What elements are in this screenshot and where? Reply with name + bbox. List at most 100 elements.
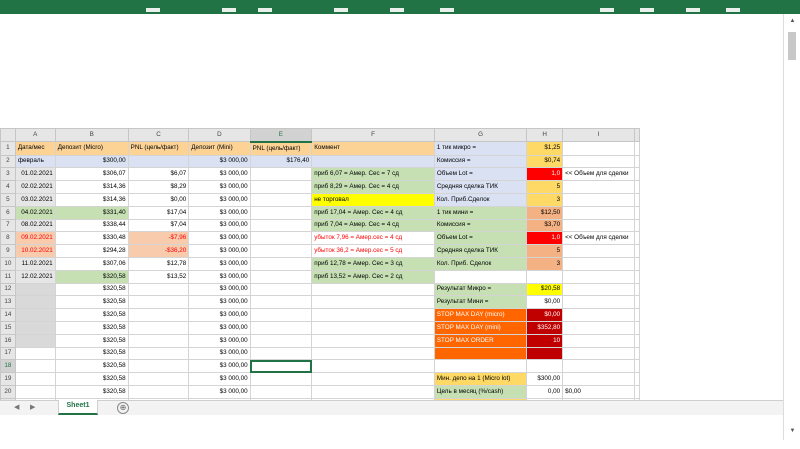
cell-b4[interactable]: $314,36	[54, 180, 129, 194]
cell-i2[interactable]	[562, 154, 635, 169]
cell-g7[interactable]: Комиссия =	[433, 218, 528, 233]
cell-b15[interactable]: $320,58	[54, 320, 129, 335]
cell-d11[interactable]: $3 000,00	[188, 269, 251, 284]
cell-a4[interactable]: 02.02.2021	[14, 180, 56, 194]
cell-c12[interactable]	[127, 282, 190, 297]
cell-c17[interactable]	[127, 346, 190, 361]
ribbon-tab-stub[interactable]	[146, 8, 160, 12]
cell-a5[interactable]: 03.02.2021	[14, 192, 56, 207]
cell-g10[interactable]: Кол. Приб. Сделок	[433, 256, 528, 271]
cell-e1[interactable]: PNL (цель/факт)	[249, 141, 313, 156]
cell-b17[interactable]: $320,58	[54, 346, 129, 361]
cell-b3[interactable]: $306,07	[54, 167, 129, 182]
cell-a1[interactable]: Дата/мес	[14, 141, 56, 156]
cell-i6[interactable]	[562, 205, 635, 220]
cell-c4[interactable]: $8,29	[127, 180, 190, 194]
cell-b6[interactable]: $331,40	[54, 205, 129, 220]
cell-blank[interactable]	[634, 256, 640, 271]
cell-i7[interactable]	[562, 218, 635, 233]
cell-d19[interactable]: $3 000,00	[188, 372, 251, 386]
row-header-3[interactable]: 3	[0, 167, 16, 182]
cell-b13[interactable]: $320,58	[54, 295, 129, 310]
cell-i8[interactable]: << Объем для сделки	[562, 231, 635, 246]
cell-h17[interactable]	[526, 346, 564, 361]
cell-f1[interactable]: Коммент	[311, 141, 435, 156]
cell-b20[interactable]: $320,58	[54, 384, 129, 399]
cell-f5[interactable]: не торговал	[311, 192, 435, 207]
cell-g18[interactable]	[433, 359, 528, 374]
cell-h13[interactable]: $0,00	[526, 295, 564, 310]
cell-i14[interactable]	[562, 308, 635, 322]
cell-c20[interactable]	[127, 384, 190, 399]
cell-c11[interactable]: $13,52	[127, 269, 190, 284]
cell-e11[interactable]	[249, 269, 313, 284]
sheet-tab-sheet1[interactable]: Sheet1	[58, 400, 98, 415]
cell-h10[interactable]: 3	[526, 256, 564, 271]
cell-i17[interactable]	[562, 346, 635, 361]
cell-h11[interactable]	[526, 269, 564, 284]
cell-e13[interactable]	[249, 295, 313, 310]
cell-f8[interactable]: убыток 7,96 = Амер.сес = 4 сд	[311, 231, 435, 246]
cell-d20[interactable]: $3 000,00	[188, 384, 251, 399]
cell-b5[interactable]: $314,36	[54, 192, 129, 207]
cell-d2[interactable]: $3 000,00	[188, 154, 251, 169]
cell-g8[interactable]: Объем Lot =	[433, 231, 528, 246]
row-header-10[interactable]: 10	[0, 256, 16, 271]
cell-g16[interactable]: STOP MAX ORDER	[433, 333, 528, 348]
cell-f15[interactable]	[311, 320, 435, 335]
ribbon-tab-stub[interactable]	[258, 8, 272, 12]
cell-blank[interactable]	[634, 180, 640, 194]
cell-i3[interactable]: << Объем для сделки	[562, 167, 635, 182]
cell-i12[interactable]	[562, 282, 635, 297]
cell-b19[interactable]: $320,58	[54, 372, 129, 386]
cell-blank[interactable]	[634, 205, 640, 220]
cell-e8[interactable]	[249, 231, 313, 246]
cell-h5[interactable]: 3	[526, 192, 564, 207]
cell-blank[interactable]	[634, 192, 640, 207]
cell-c10[interactable]: $12,78	[127, 256, 190, 271]
cell-f10[interactable]: приб 12,78 = Амер. Сес = 3 сд	[311, 256, 435, 271]
cell-blank[interactable]	[634, 282, 640, 297]
cell-c7[interactable]: $7,04	[127, 218, 190, 233]
column-header-e[interactable]: E	[249, 128, 313, 143]
cell-f3[interactable]: приб 6,07 = Амер. Сес = 7 сд	[311, 167, 435, 182]
row-header-8[interactable]: 8	[0, 231, 16, 246]
cell-e19[interactable]	[249, 372, 313, 386]
cell-blank[interactable]	[634, 269, 640, 284]
cell-b14[interactable]: $320,58	[54, 308, 129, 322]
cell-h7[interactable]: $3,70	[526, 218, 564, 233]
cell-d15[interactable]: $3 000,00	[188, 320, 251, 335]
cell-a6[interactable]: 04.02.2021	[14, 205, 56, 220]
cell-g17[interactable]	[433, 346, 528, 361]
cell-blank[interactable]	[634, 384, 640, 399]
cell-b8[interactable]: $330,48	[54, 231, 129, 246]
cell-g3[interactable]: Объем Lot =	[433, 167, 528, 182]
row-header-20[interactable]: 20	[0, 384, 16, 399]
cell-a2[interactable]: февраль	[14, 154, 56, 169]
column-header-h[interactable]: H	[526, 128, 564, 143]
cell-e5[interactable]	[249, 192, 313, 207]
cell-c9[interactable]: -$36,20	[127, 244, 190, 258]
column-header-g[interactable]: G	[433, 128, 528, 143]
cell-h20[interactable]: 0,00	[526, 384, 564, 399]
cell-i1[interactable]	[562, 141, 635, 156]
add-sheet-icon[interactable]: ⊕	[117, 402, 129, 414]
cell-c5[interactable]: $0,00	[127, 192, 190, 207]
cell-a18[interactable]	[14, 359, 56, 374]
cell-d18[interactable]: $3 000,00	[188, 359, 251, 374]
column-header-i[interactable]: I	[562, 128, 635, 143]
cell-d16[interactable]: $3 000,00	[188, 333, 251, 348]
scroll-thumb[interactable]	[788, 32, 796, 60]
cell-a15[interactable]	[14, 320, 56, 335]
cell-f19[interactable]	[311, 372, 435, 386]
row-header-12[interactable]: 12	[0, 282, 16, 297]
row-header-11[interactable]: 11	[0, 269, 16, 284]
cell-c8[interactable]: -$7,96	[127, 231, 190, 246]
ribbon-tab-stub[interactable]	[222, 8, 236, 12]
cell-a11[interactable]: 12.02.2021	[14, 269, 56, 284]
cell-g15[interactable]: STOP MAX DAY (mini)	[433, 320, 528, 335]
ribbon-tab-stub[interactable]	[600, 8, 614, 12]
cell-c19[interactable]	[127, 372, 190, 386]
row-header-16[interactable]: 16	[0, 333, 16, 348]
cell-g19[interactable]: Мин. депо на 1 (Micro lot)	[433, 372, 528, 386]
